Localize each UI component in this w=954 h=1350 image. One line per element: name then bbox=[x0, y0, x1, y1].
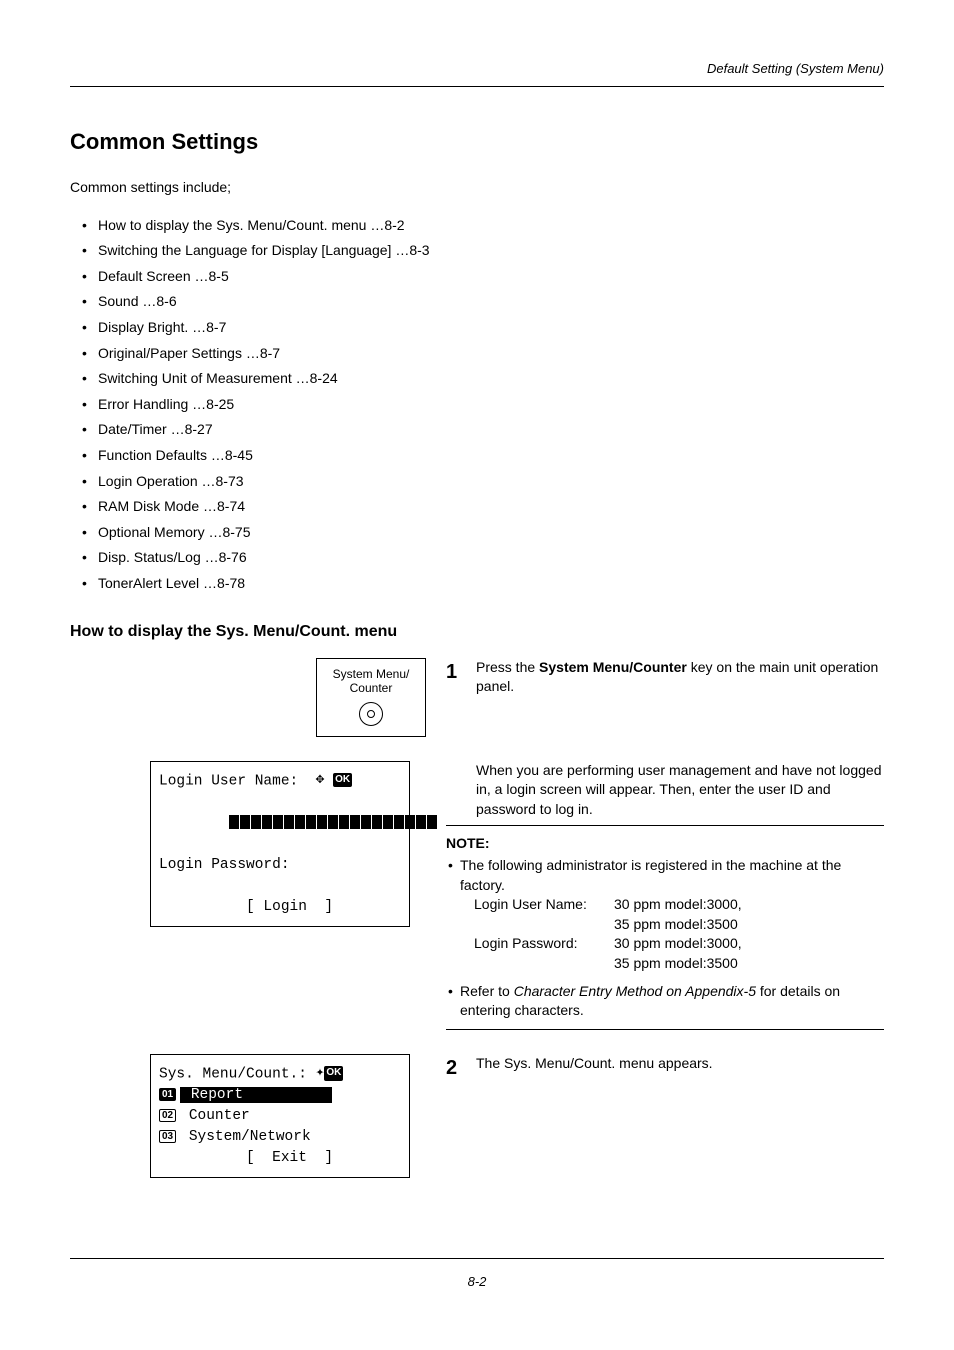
toc-item: Login Operation …8-73 bbox=[78, 472, 884, 492]
menu-label-selected: Report bbox=[180, 1087, 332, 1103]
step1-prefix: Press the bbox=[476, 659, 539, 675]
key-button-icon bbox=[359, 702, 383, 726]
toc-item: TonerAlert Level …8-78 bbox=[78, 574, 884, 594]
toc-item: Disp. Status/Log …8-76 bbox=[78, 548, 884, 568]
lcd-title-line: Sys. Menu/Count.: ✦OK bbox=[159, 1063, 401, 1085]
header-rule bbox=[70, 86, 884, 87]
lcd-text: Sys. Menu/Count.: bbox=[159, 1066, 307, 1082]
cred-value: 35 ppm model:3500 bbox=[614, 915, 738, 935]
lcd-text: Login User Name: bbox=[159, 773, 298, 789]
menu-label: Counter bbox=[180, 1108, 250, 1124]
running-header: Default Setting (System Menu) bbox=[70, 60, 884, 78]
note-top-rule bbox=[446, 825, 884, 826]
note-heading: NOTE: bbox=[446, 834, 884, 854]
cred-value: 30 ppm model:3000, bbox=[614, 895, 742, 915]
note-list: The following administrator is registere… bbox=[446, 856, 884, 1021]
section-heading: How to display the Sys. Menu/Count. menu bbox=[70, 621, 884, 643]
step-1-text: Press the System Menu/Counter key on the… bbox=[476, 658, 884, 697]
lcd-exit-softkey: [ Exit ] bbox=[159, 1148, 401, 1169]
toc-list: How to display the Sys. Menu/Count. menu… bbox=[78, 216, 884, 594]
lcd-input-row bbox=[159, 792, 401, 855]
key-label-line1: System Menu/ bbox=[323, 667, 419, 681]
lcd-login-screen: Login User Name: ✥ OK Login Password: [ … bbox=[150, 761, 410, 927]
step1-bold: System Menu/Counter bbox=[539, 659, 687, 675]
note-item2-prefix: Refer to bbox=[460, 983, 514, 999]
ok-icon: OK bbox=[324, 1066, 343, 1081]
menu-label: System/Network bbox=[180, 1129, 311, 1145]
toc-item: Default Screen …8-5 bbox=[78, 267, 884, 287]
nav-cursor-icon: ✥ bbox=[316, 770, 325, 791]
toc-item: Switching Unit of Measurement …8-24 bbox=[78, 369, 884, 389]
toc-item: Error Handling …8-25 bbox=[78, 395, 884, 415]
nav-diamond-icon: ✦ bbox=[316, 1063, 325, 1084]
page-number: 8-2 bbox=[70, 1273, 884, 1291]
toc-item: RAM Disk Mode …8-74 bbox=[78, 497, 884, 517]
lcd-sysmenu-screen: Sys. Menu/Count.: ✦OK 01 Report 02 Count… bbox=[150, 1054, 410, 1178]
cred-label bbox=[474, 915, 614, 935]
intro-text: Common settings include; bbox=[70, 178, 884, 198]
lcd-line: Login User Name: ✥ OK bbox=[159, 770, 401, 792]
toc-item: Sound …8-6 bbox=[78, 292, 884, 312]
cred-label: Login User Name: bbox=[474, 895, 614, 915]
menu-index-badge: 01 bbox=[159, 1088, 176, 1101]
lcd-line-blank bbox=[159, 876, 401, 897]
toc-item: Display Bright. …8-7 bbox=[78, 318, 884, 338]
lcd-menu-item: 03 System/Network bbox=[159, 1127, 401, 1148]
note-bottom-rule bbox=[446, 1029, 884, 1030]
footer-rule bbox=[70, 1258, 884, 1259]
toc-item: How to display the Sys. Menu/Count. menu… bbox=[78, 216, 884, 236]
note-item1-text: The following administrator is registere… bbox=[460, 857, 841, 893]
note-item2-italic: Character Entry Method on Appendix-5 bbox=[514, 983, 756, 999]
page-title: Common Settings bbox=[70, 127, 884, 158]
step-number: 1 bbox=[446, 658, 462, 686]
note-item: The following administrator is registere… bbox=[446, 856, 884, 974]
note-credentials-table: Login User Name:30 ppm model:3000, 35 pp… bbox=[474, 895, 884, 973]
toc-item: Switching the Language for Display [Lang… bbox=[78, 241, 884, 261]
login-explanation: When you are performing user management … bbox=[476, 761, 884, 820]
menu-index-badge: 03 bbox=[159, 1130, 176, 1143]
cred-label: Login Password: bbox=[474, 934, 614, 954]
toc-item: Date/Timer …8-27 bbox=[78, 420, 884, 440]
lcd-login-softkey: [ Login ] bbox=[159, 897, 401, 918]
toc-item: Original/Paper Settings …8-7 bbox=[78, 344, 884, 364]
toc-item: Optional Memory …8-75 bbox=[78, 523, 884, 543]
cred-value: 35 ppm model:3500 bbox=[614, 954, 738, 974]
system-menu-counter-key-graphic: System Menu/ Counter bbox=[316, 658, 426, 737]
lcd-line: Login Password: bbox=[159, 855, 401, 876]
ok-icon: OK bbox=[333, 773, 352, 788]
note-item: Refer to Character Entry Method on Appen… bbox=[446, 982, 884, 1021]
menu-index-badge: 02 bbox=[159, 1109, 176, 1122]
lcd-menu-item: 02 Counter bbox=[159, 1106, 401, 1127]
step-2-text: The Sys. Menu/Count. menu appears. bbox=[476, 1054, 713, 1074]
cred-label bbox=[474, 954, 614, 974]
toc-item: Function Defaults …8-45 bbox=[78, 446, 884, 466]
key-label-line2: Counter bbox=[323, 681, 419, 695]
step-number: 2 bbox=[446, 1054, 462, 1082]
lcd-menu-item-selected: 01 Report bbox=[159, 1085, 401, 1106]
cred-value: 30 ppm model:3000, bbox=[614, 934, 742, 954]
